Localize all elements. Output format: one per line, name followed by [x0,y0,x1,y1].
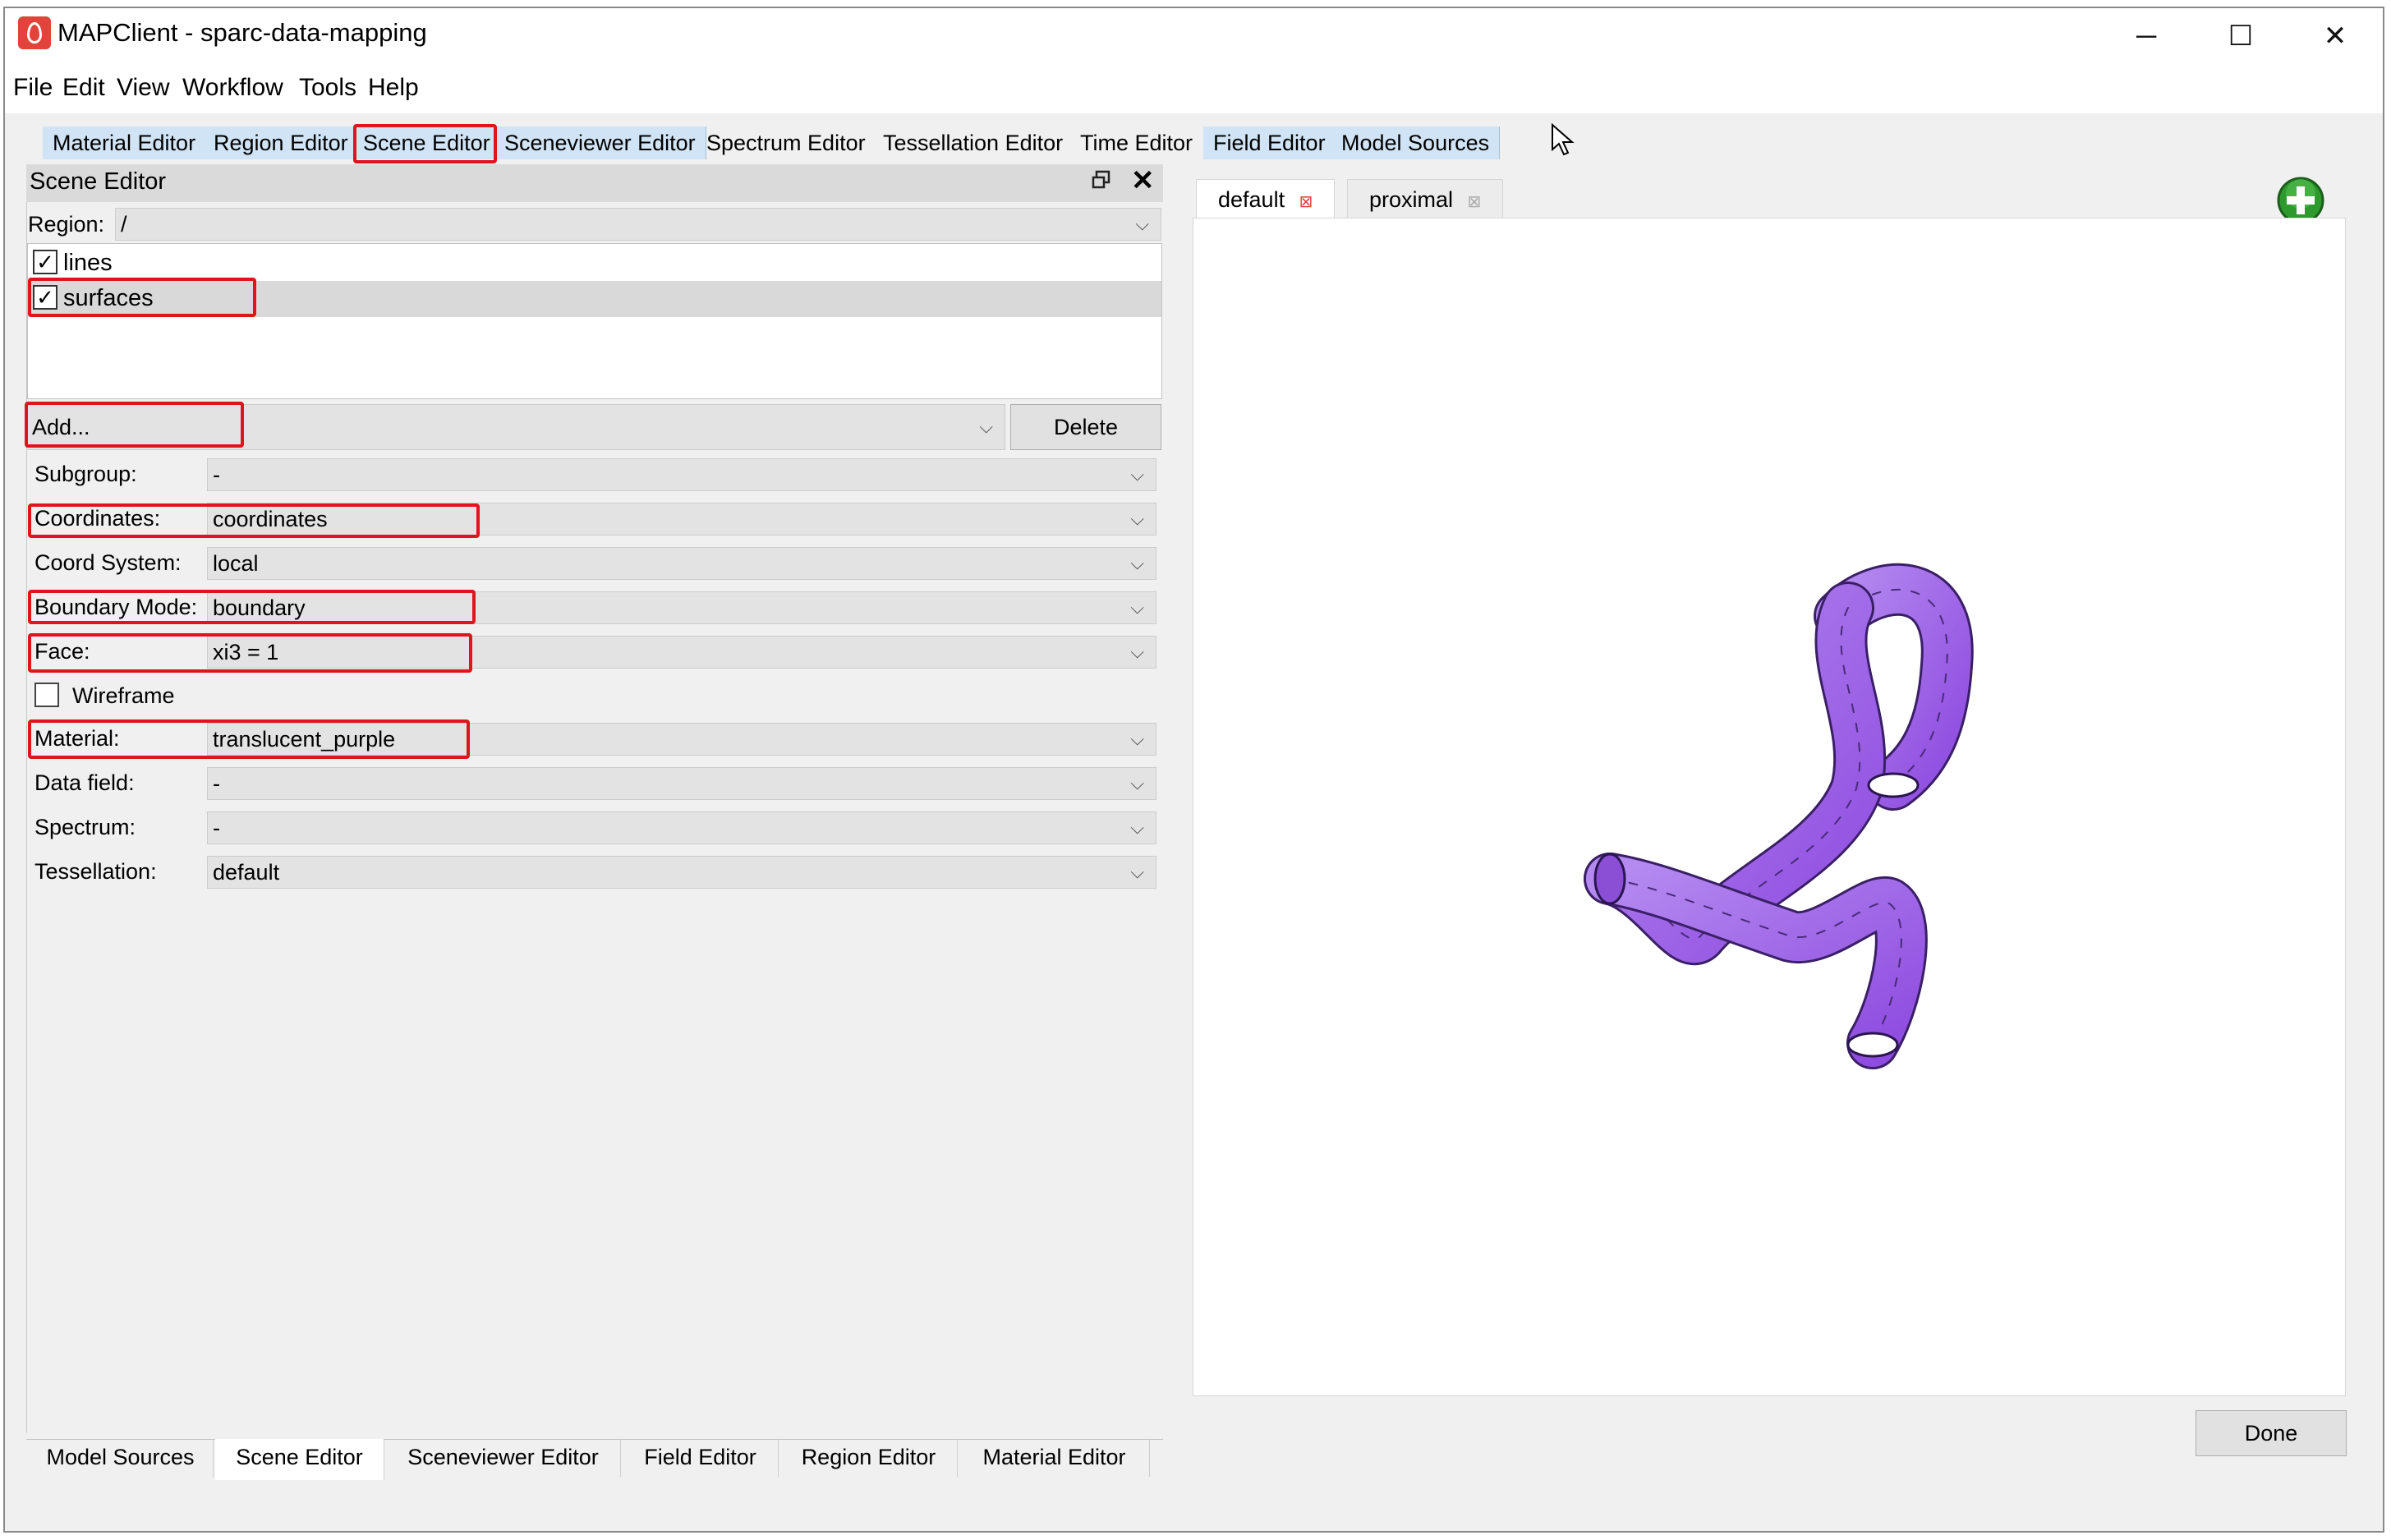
app-logo-icon [18,16,51,49]
graphics-list[interactable] [27,243,1162,399]
close-panel-icon[interactable]: ✕ [1131,164,1155,197]
scene-editor-header [26,164,1163,202]
chevron-down-icon: ⌵ [1135,214,1149,234]
coord-system-value: local [213,551,259,576]
material-label: Material: [34,726,120,751]
undock-icon[interactable] [1091,169,1112,191]
surfaces-checkbox[interactable]: ✓ [33,285,57,310]
wireframe-label: Wireframe [72,683,175,708]
data-field-dropdown[interactable]: - ⌵ [207,767,1156,800]
chevron-down-icon: ⌵ [1130,553,1144,573]
menu-edit[interactable]: Edit [62,74,105,102]
bottom-tab-region-editor[interactable]: Region Editor [780,1439,958,1477]
tab-tessellation-editor[interactable]: Tessellation Editor [873,126,1073,159]
menu-bar [5,72,2383,113]
subgroup-dropdown[interactable]: - ⌵ [207,458,1156,491]
face-value: xi3 = 1 [213,640,279,664]
graphics-item-lines[interactable]: lines [63,250,113,277]
tab-spectrum-editor[interactable]: Spectrum Editor [697,126,876,159]
region-value: / [121,212,127,237]
tab-model-sources[interactable]: Model Sources [1331,126,1501,159]
menu-workflow[interactable]: Workflow [182,74,283,102]
add-graphics-dropdown[interactable]: Add... ⌵ [26,404,1005,450]
viewer-tab-default[interactable]: default ⊠ [1196,179,1336,220]
tab-region-editor[interactable]: Region Editor [204,126,359,159]
bottom-tab-material-editor[interactable]: Material Editor [959,1439,1150,1477]
close-tab-icon[interactable]: ⊠ [1299,193,1313,211]
chevron-down-icon: ⌵ [1130,597,1144,618]
bottom-tab-model-sources[interactable]: Model Sources [28,1439,214,1477]
material-value: translucent_purple [213,727,396,752]
chevron-down-icon: ⌵ [1130,817,1144,838]
bottom-tab-scene-editor[interactable]: Scene Editor [215,1439,384,1480]
spectrum-dropdown[interactable]: - ⌵ [207,811,1156,844]
region-dropdown[interactable]: / ⌵ [115,208,1161,241]
boundary-mode-value: boundary [213,595,306,620]
material-dropdown[interactable]: translucent_purple ⌵ [207,723,1156,756]
menu-tools[interactable]: Tools [299,74,356,102]
face-label: Face: [34,639,90,664]
close-icon[interactable]: ✕ [2294,11,2376,61]
viewer-tab-default-label: default [1218,187,1285,212]
bottom-tab-sceneviewer-editor[interactable]: Sceneviewer Editor [386,1439,621,1477]
chevron-down-icon: ⌵ [1130,641,1144,662]
tessellation-dropdown[interactable]: default ⌵ [207,856,1156,889]
scene-editor-title: Scene Editor [30,168,167,195]
lines-checkbox[interactable]: ✓ [33,250,57,274]
wireframe-checkbox[interactable] [34,683,59,707]
chevron-down-icon: ⌵ [1130,464,1144,485]
mouse-cursor-icon [1552,123,1575,156]
tab-field-editor[interactable]: Field Editor [1203,126,1336,159]
coord-system-dropdown[interactable]: local ⌵ [207,547,1156,580]
spectrum-label: Spectrum: [34,815,136,839]
tab-sceneviewer-editor[interactable]: Sceneviewer Editor [494,126,706,159]
graphics-item-selected-bg [28,281,1161,317]
graphics-item-surfaces[interactable]: surfaces [63,285,154,312]
coordinates-label: Coordinates: [34,506,161,531]
chevron-down-icon: ⌵ [1130,729,1144,749]
tessellation-label: Tessellation: [34,859,157,884]
tessellation-value: default [213,860,280,885]
close-tab-icon[interactable]: ⊠ [1468,193,1482,211]
window-title: MAPClient - sparc-data-mapping [57,18,427,47]
coordinates-dropdown[interactable]: coordinates ⌵ [207,503,1156,536]
tab-scene-editor[interactable]: Scene Editor [353,126,501,159]
subgroup-value: - [213,462,220,487]
add-value: Add... [32,415,90,439]
mesh-model[interactable] [1561,542,1988,1084]
chevron-down-icon: ⌵ [1130,508,1144,529]
menu-file[interactable]: File [13,74,53,102]
chevron-down-icon: ⌵ [1130,862,1144,882]
data-field-value: - [213,771,220,796]
data-field-label: Data field: [34,770,135,795]
region-label: Region: [28,212,105,237]
viewer-tab-proximal[interactable]: proximal ⊠ [1347,179,1504,218]
viewer-tab-proximal-label: proximal [1369,187,1454,212]
minimize-icon[interactable]: ─ [2105,11,2187,61]
delete-button[interactable]: Delete [1010,404,1161,450]
face-dropdown[interactable]: xi3 = 1 ⌵ [207,636,1156,669]
boundary-mode-label: Boundary Mode: [34,595,198,619]
done-button[interactable]: Done [2196,1410,2347,1456]
chevron-down-icon: ⌵ [979,416,993,437]
maximize-icon[interactable]: ☐ [2200,11,2282,61]
bottom-tab-field-editor[interactable]: Field Editor [623,1439,779,1477]
tab-material-editor[interactable]: Material Editor [43,126,207,159]
menu-view[interactable]: View [117,74,169,102]
chevron-down-icon: ⌵ [1130,773,1144,793]
spectrum-value: - [213,816,220,840]
coordinates-value: coordinates [213,507,328,531]
subgroup-label: Subgroup: [34,462,137,486]
menu-help[interactable]: Help [368,74,419,102]
boundary-mode-dropdown[interactable]: boundary ⌵ [207,591,1156,624]
tab-time-editor[interactable]: Time Editor [1070,126,1202,159]
coord-system-label: Coord System: [34,550,182,575]
